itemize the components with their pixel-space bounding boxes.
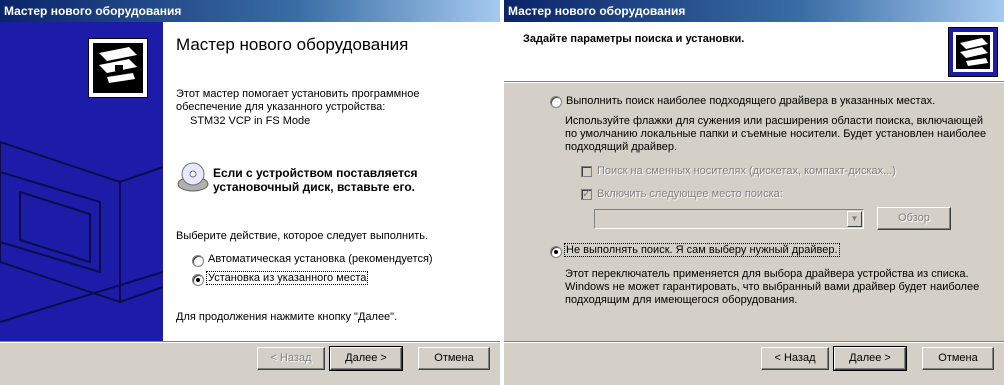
wizard-side-banner [0,22,163,341]
intro-text-line1: Этот мастер помогает установить программ… [176,88,420,100]
cancel-button[interactable]: Отмена [418,347,490,370]
radio-auto-install-label[interactable]: Автоматическая установка (рекомендуется) [208,253,433,265]
checkbox-removable-media-label[interactable]: Поиск на сменных носителях (дискетах, ко… [597,165,896,177]
radio-manual-install-label[interactable]: Установка из указанного места [205,271,369,285]
back-button[interactable]: < Назад [761,347,829,370]
checkbox-include-location[interactable] [581,187,592,200]
search-description-line3: подходящий драйвер. [565,141,678,153]
radio-search-best-driver-label[interactable]: Выполнить поиск наиболее подходящего дра… [566,95,935,107]
wizard-window-search-options: Мастер нового оборудования Задайте парам… [504,0,1004,385]
header-separator [504,81,1004,83]
next-button[interactable]: Далее > [329,346,403,371]
device-name: STM32 VCP in FS Mode [190,115,311,127]
chevron-down-icon[interactable]: ▼ [847,211,862,227]
manual-description-line1: Этот переключатель применяется для выбор… [565,268,969,280]
window-title: Мастер нового оборудования [0,0,500,22]
page-title: Мастер нового оборудования [176,35,409,54]
checkbox-include-location-label[interactable]: Включить следующее место поиска: [597,188,783,200]
cd-prompt-line1: Если с устройством поставляется [213,166,418,180]
cd-prompt-line2: установочный диск, вставьте его. [213,180,416,194]
radio-auto-install[interactable] [192,255,204,267]
radio-search-best-driver[interactable] [550,96,562,108]
manual-description-line2: Windows не может гарантировать, что выбр… [565,281,980,293]
next-button[interactable]: Далее > [833,346,907,371]
search-path-combobox[interactable]: ▼ [594,209,864,229]
window-title: Мастер нового оборудования [504,0,1004,22]
hardware-wizard-icon [948,27,998,77]
continue-hint: Для продолжения нажмите кнопку "Далее". [176,311,398,323]
radio-manual-driver-label[interactable]: Не выполнять поиск. Я сам выберу нужный … [564,243,840,257]
search-description-line2: по умолчанию локальные папки и съемные н… [565,128,987,140]
wizard-header: Задайте параметры поиска и установки. [504,22,1004,81]
radio-manual-install[interactable] [192,274,204,286]
footer-separator [504,341,1004,343]
checkbox-removable-media[interactable] [581,166,592,177]
manual-description-line3: подходящим для имеющегося оборудования. [565,294,798,306]
choose-action-text: Выберите действие, которое следует выпол… [176,230,429,242]
footer-separator [0,341,500,343]
wizard-window-welcome: Мастер нового оборудования Мастер нового… [0,0,500,385]
radio-manual-driver[interactable] [550,246,562,258]
browse-button[interactable]: Обзор [877,207,951,230]
back-button[interactable]: < Назад [257,347,325,370]
search-description-line1: Используйте флажки для сужения или расши… [565,115,984,127]
intro-text-line2: обеспечение для указанного устройства: [176,101,386,113]
cd-install-icon [176,160,210,194]
hardware-wizard-icon [88,38,148,98]
cancel-button[interactable]: Отмена [922,347,994,370]
page-title: Задайте параметры поиска и установки. [523,33,745,45]
wizard-content: Мастер нового оборудования Этот мастер п… [163,22,500,341]
